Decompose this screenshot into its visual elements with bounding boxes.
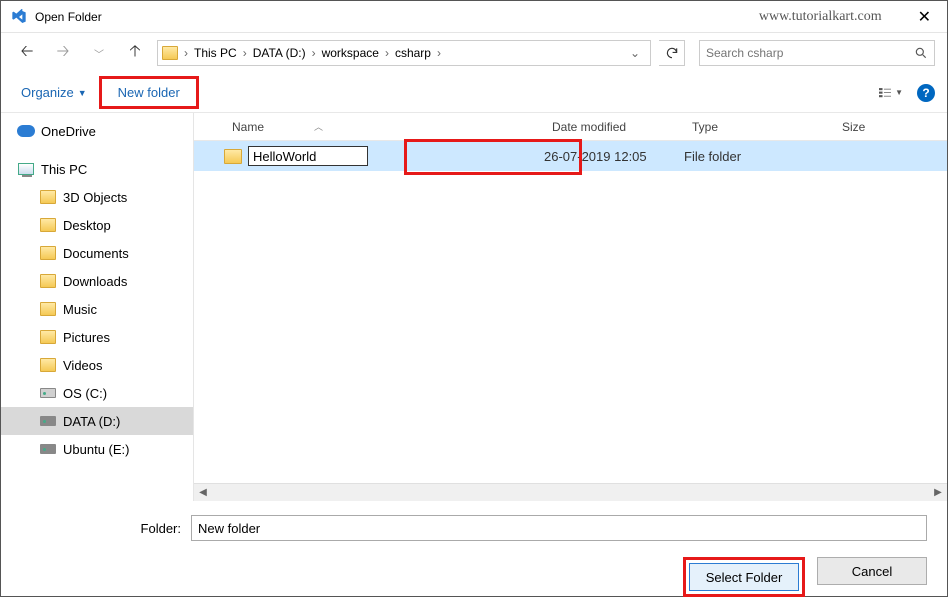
pc-icon — [18, 163, 34, 175]
organize-menu[interactable]: Organize▼ — [13, 81, 95, 104]
scroll-right-icon[interactable]: ▶ — [929, 487, 947, 498]
up-button[interactable]: 🡡 — [121, 39, 149, 67]
watermark-url: www.tutorialkart.com — [759, 9, 882, 25]
path-dropdown[interactable]: ⌄ — [624, 46, 646, 60]
search-box[interactable] — [699, 40, 935, 66]
scroll-left-icon[interactable]: ◀ — [194, 487, 212, 498]
folder-icon — [40, 330, 56, 344]
folder-icon — [40, 358, 56, 372]
folder-label: Folder: — [21, 521, 181, 536]
forward-button[interactable]: 🡢 — [49, 39, 77, 67]
folder-icon — [40, 302, 56, 316]
chevron-right-icon: › — [182, 46, 190, 60]
cancel-button[interactable]: Cancel — [817, 557, 927, 585]
sidebar-item-music[interactable]: Music — [1, 295, 193, 323]
folder-name-input[interactable] — [191, 515, 927, 541]
drive-icon — [40, 416, 56, 426]
sidebar-item-desktop[interactable]: Desktop — [1, 211, 193, 239]
folder-icon — [40, 190, 56, 204]
help-button[interactable]: ? — [917, 84, 935, 102]
drive-icon — [40, 444, 56, 454]
folder-icon — [40, 274, 56, 288]
folder-icon — [224, 149, 242, 164]
col-date[interactable]: Date modified — [544, 120, 684, 134]
chevron-right-icon: › — [241, 46, 249, 60]
highlight-box: New folder — [99, 76, 199, 109]
rename-input[interactable] — [248, 146, 368, 166]
breadcrumb-item[interactable]: DATA (D:) — [249, 46, 310, 60]
file-list: Name︿ Date modified Type Size 26-07-2019… — [193, 113, 947, 501]
search-input[interactable] — [706, 46, 914, 60]
new-folder-button[interactable]: New folder — [112, 81, 186, 104]
sidebar-item-ubuntu-e[interactable]: Ubuntu (E:) — [1, 435, 193, 463]
sidebar-item-downloads[interactable]: Downloads — [1, 267, 193, 295]
view-options-button[interactable]: ▼ — [879, 84, 903, 102]
window-title: Open Folder — [35, 10, 102, 24]
breadcrumb-item[interactable]: workspace — [318, 46, 383, 60]
sidebar-item-documents[interactable]: Documents — [1, 239, 193, 267]
sort-indicator-icon: ︿ — [314, 120, 323, 133]
col-name[interactable]: Name︿ — [224, 120, 544, 134]
sidebar-item-pictures[interactable]: Pictures — [1, 323, 193, 351]
close-button[interactable]: ✕ — [912, 7, 937, 27]
sidebar-item-3dobjects[interactable]: 3D Objects — [1, 183, 193, 211]
folder-icon — [162, 46, 178, 60]
sidebar-item-osc[interactable]: OS (C:) — [1, 379, 193, 407]
breadcrumb[interactable]: › This PC › DATA (D:) › workspace › csha… — [157, 40, 651, 66]
sidebar-item-data-d[interactable]: DATA (D:) — [1, 407, 193, 435]
drive-icon — [40, 388, 56, 398]
folder-icon — [40, 218, 56, 232]
recent-dropdown[interactable]: ﹀ — [85, 39, 113, 67]
col-size[interactable]: Size — [834, 120, 914, 134]
back-button[interactable]: 🡠 — [13, 39, 41, 67]
horizontal-scrollbar[interactable]: ◀ ▶ — [194, 483, 947, 501]
search-icon[interactable] — [914, 46, 928, 60]
sidebar-item-videos[interactable]: Videos — [1, 351, 193, 379]
chevron-right-icon: › — [310, 46, 318, 60]
cell-date: 26-07-2019 12:05 — [544, 149, 684, 164]
breadcrumb-item[interactable]: This PC — [190, 46, 241, 60]
refresh-button[interactable] — [659, 40, 685, 66]
col-type[interactable]: Type — [684, 120, 834, 134]
highlight-box: Select Folder — [683, 557, 805, 597]
sidebar-item-onedrive[interactable]: OneDrive — [1, 117, 193, 145]
chevron-right-icon: › — [383, 46, 391, 60]
vscode-icon — [11, 9, 27, 25]
cell-type: File folder — [684, 149, 834, 164]
sidebar-item-thispc[interactable]: This PC — [1, 155, 193, 183]
chevron-right-icon: › — [435, 46, 443, 60]
folder-icon — [40, 246, 56, 260]
sidebar: OneDrive This PC 3D Objects Desktop Docu… — [1, 113, 193, 501]
column-headers: Name︿ Date modified Type Size — [194, 113, 947, 141]
breadcrumb-item[interactable]: csharp — [391, 46, 435, 60]
file-row[interactable]: 26-07-2019 12:05 File folder — [194, 141, 947, 171]
onedrive-icon — [17, 125, 35, 137]
select-folder-button[interactable]: Select Folder — [689, 563, 799, 591]
